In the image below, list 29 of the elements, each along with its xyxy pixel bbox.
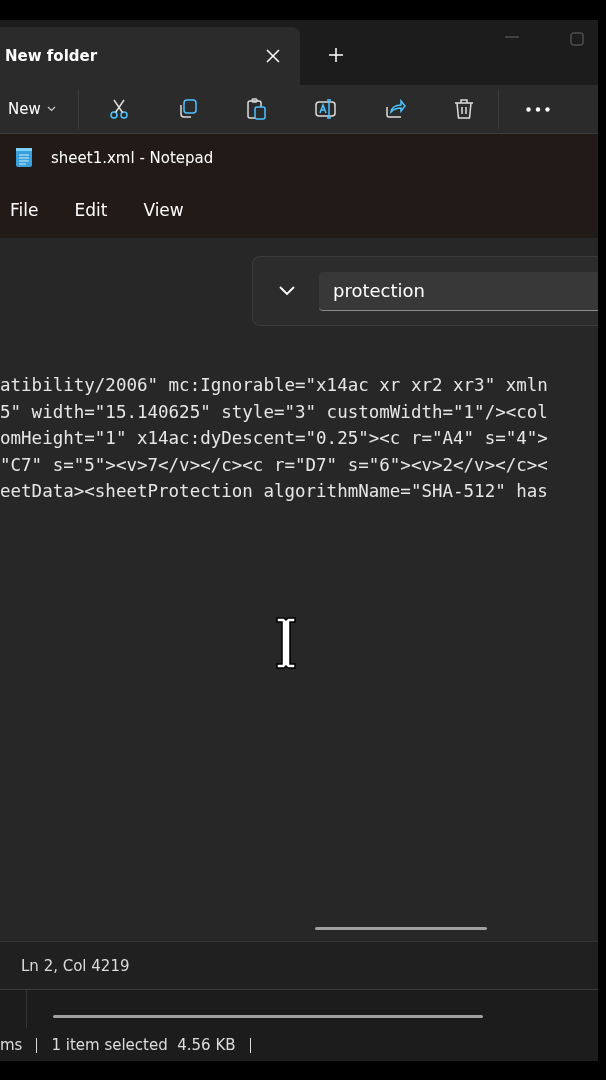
more-icon[interactable] <box>526 106 550 112</box>
new-button[interactable]: New <box>0 91 78 127</box>
trash-icon[interactable] <box>452 98 475 120</box>
status-text: 1 item selected 4.56 KB <box>51 1036 236 1054</box>
chevron-down-icon[interactable] <box>279 286 295 296</box>
new-tab-icon[interactable] <box>328 47 344 63</box>
status-text: ms <box>0 1036 23 1054</box>
scrollbar-thumb[interactable] <box>315 927 487 930</box>
menu-item[interactable]: Edit <box>74 199 108 220</box>
find-field[interactable]: protection <box>319 271 598 311</box>
scissors-icon[interactable] <box>107 98 130 120</box>
code-line: atibility/2006" mc:Ignorable="x14ac xr xr2 xr3" xmln <box>0 374 549 397</box>
window-title: sheet1.xml - Notepad <box>51 148 214 167</box>
menu-item[interactable]: View <box>143 199 184 220</box>
text-cursor-icon <box>274 616 298 670</box>
cursor-position: Ln 2, Col 4219 <box>21 956 130 975</box>
code-line: "C7" s="5"><v>7</v></c><c r="D7" s="6"><v>2</v></c>< <box>0 453 549 477</box>
paste-icon[interactable] <box>245 98 268 120</box>
menu-item[interactable]: File <box>10 199 39 220</box>
chevron-down-icon <box>46 106 56 112</box>
close-icon[interactable] <box>266 49 280 63</box>
explorer-tab[interactable]: New folder <box>0 27 300 85</box>
scrollbar-thumb[interactable] <box>53 1015 483 1018</box>
code-line: eetData><sheetProtection algorithmName="SHA-512" has <box>0 480 549 503</box>
rename-icon[interactable] <box>314 98 337 120</box>
notepad-icon <box>15 147 33 168</box>
code-line: 5" width="15.140625" style="3" customWidth="1"/><col <box>0 400 549 424</box>
code-line: omHeight="1" x14ac:dyDescent="0.25"><c r="A4" s="4"> <box>0 427 549 450</box>
share-icon[interactable] <box>383 98 406 120</box>
